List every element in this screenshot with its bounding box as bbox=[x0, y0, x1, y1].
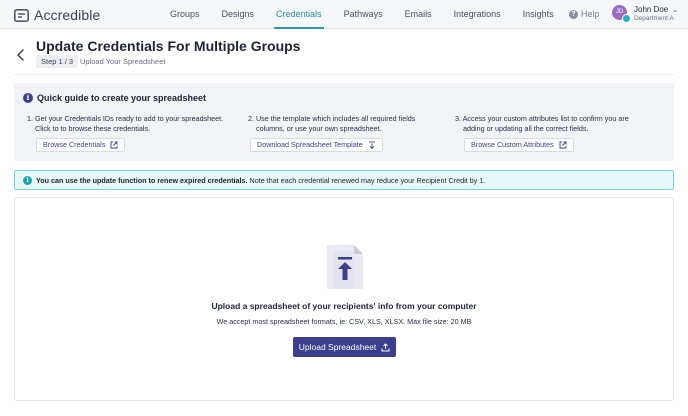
upload-subtitle: We accept most spreadsheet formats, ie: … bbox=[216, 317, 472, 326]
info-icon: i bbox=[23, 176, 32, 185]
help-label: Help bbox=[581, 9, 600, 19]
nav-groups[interactable]: Groups bbox=[170, 0, 200, 29]
browse-credentials-label: Browse Credentials bbox=[43, 140, 106, 149]
department-badge-icon bbox=[622, 14, 631, 23]
top-navbar: Accredible Groups Designs Credentials Pa… bbox=[0, 0, 688, 29]
info-bold-text: You can use the update function to renew… bbox=[36, 176, 248, 185]
nav-emails[interactable]: Emails bbox=[405, 0, 432, 29]
user-department: Department A bbox=[634, 15, 674, 22]
info-icon: i bbox=[23, 93, 33, 103]
nav-designs[interactable]: Designs bbox=[222, 0, 255, 29]
info-regular-text: Note that each credential renewed may re… bbox=[247, 176, 486, 185]
back-arrow-icon[interactable] bbox=[14, 48, 28, 62]
guide-title: Quick guide to create your spreadsheet bbox=[37, 93, 207, 103]
browse-custom-attributes-button[interactable]: Browse Custom Attributes bbox=[464, 138, 574, 152]
external-link-icon bbox=[110, 141, 118, 149]
guide-step-1-line2: Click to to browse these credentials. bbox=[35, 124, 151, 133]
info-banner: i You can use the update function to ren… bbox=[14, 170, 674, 190]
quick-guide-panel: i Quick guide to create your spreadsheet… bbox=[14, 83, 674, 161]
step-badge: Step 1 / 3 bbox=[36, 55, 79, 68]
chevron-down-icon: ⌄ bbox=[672, 6, 679, 14]
guide-step-1-line1: 1. Get your Credentials IDs ready to add… bbox=[27, 114, 224, 123]
browse-custom-attributes-label: Browse Custom Attributes bbox=[471, 140, 554, 149]
guide-step-2-line1: 2. Use the template which includes all r… bbox=[248, 114, 416, 123]
guide-step-2: 2. Use the template which includes all r… bbox=[248, 114, 415, 134]
nav-credentials[interactable]: Credentials bbox=[274, 0, 324, 29]
guide-step-3-line1: 3. Access your custom attributes list to… bbox=[455, 114, 629, 123]
external-link-icon bbox=[559, 141, 567, 149]
page-title: Update Credentials For Multiple Groups bbox=[36, 38, 301, 54]
upload-spreadsheet-button[interactable]: Upload Spreadsheet bbox=[293, 337, 396, 357]
user-menu[interactable]: John Doe ⌄ bbox=[634, 5, 678, 14]
upload-spreadsheet-label: Upload Spreadsheet bbox=[298, 342, 377, 352]
nav-pathways[interactable]: Pathways bbox=[344, 0, 383, 29]
browse-credentials-button[interactable]: Browse Credentials bbox=[36, 138, 126, 152]
user-name: John Doe bbox=[634, 5, 669, 14]
guide-step-2-line2: columns, or use your own spreadsheet. bbox=[256, 124, 382, 133]
upload-title: Upload a spreadsheet of your recipients'… bbox=[211, 301, 477, 311]
logo-text: Accredible bbox=[34, 7, 101, 23]
logo-icon bbox=[14, 8, 29, 22]
help-icon: ? bbox=[569, 9, 578, 19]
header-divider bbox=[14, 74, 674, 75]
upload-icon bbox=[381, 342, 390, 352]
main-nav: Groups Designs Credentials Pathways Emai… bbox=[160, 0, 554, 29]
download-template-button[interactable]: Download Spreadsheet Template bbox=[250, 138, 383, 152]
file-upload-icon bbox=[327, 245, 363, 289]
nav-insights[interactable]: Insights bbox=[523, 0, 554, 29]
nav-integrations[interactable]: Integrations bbox=[454, 0, 501, 29]
accredible-logo[interactable]: Accredible bbox=[14, 7, 100, 23]
help-link[interactable]: ? Help bbox=[569, 9, 600, 19]
step-label: Upload Your Spreadsheet bbox=[80, 57, 166, 66]
info-text: You can use the update function to renew… bbox=[36, 171, 485, 190]
guide-step-1: 1. Get your Credentials IDs ready to add… bbox=[27, 114, 223, 134]
download-icon bbox=[368, 141, 376, 149]
download-template-label: Download Spreadsheet Template bbox=[257, 140, 363, 149]
guide-step-3: 3. Access your custom attributes list to… bbox=[455, 114, 629, 134]
upload-dropzone[interactable]: Upload a spreadsheet of your recipients'… bbox=[14, 197, 674, 401]
guide-step-3-line2: adding or updating all the correct field… bbox=[463, 124, 589, 133]
